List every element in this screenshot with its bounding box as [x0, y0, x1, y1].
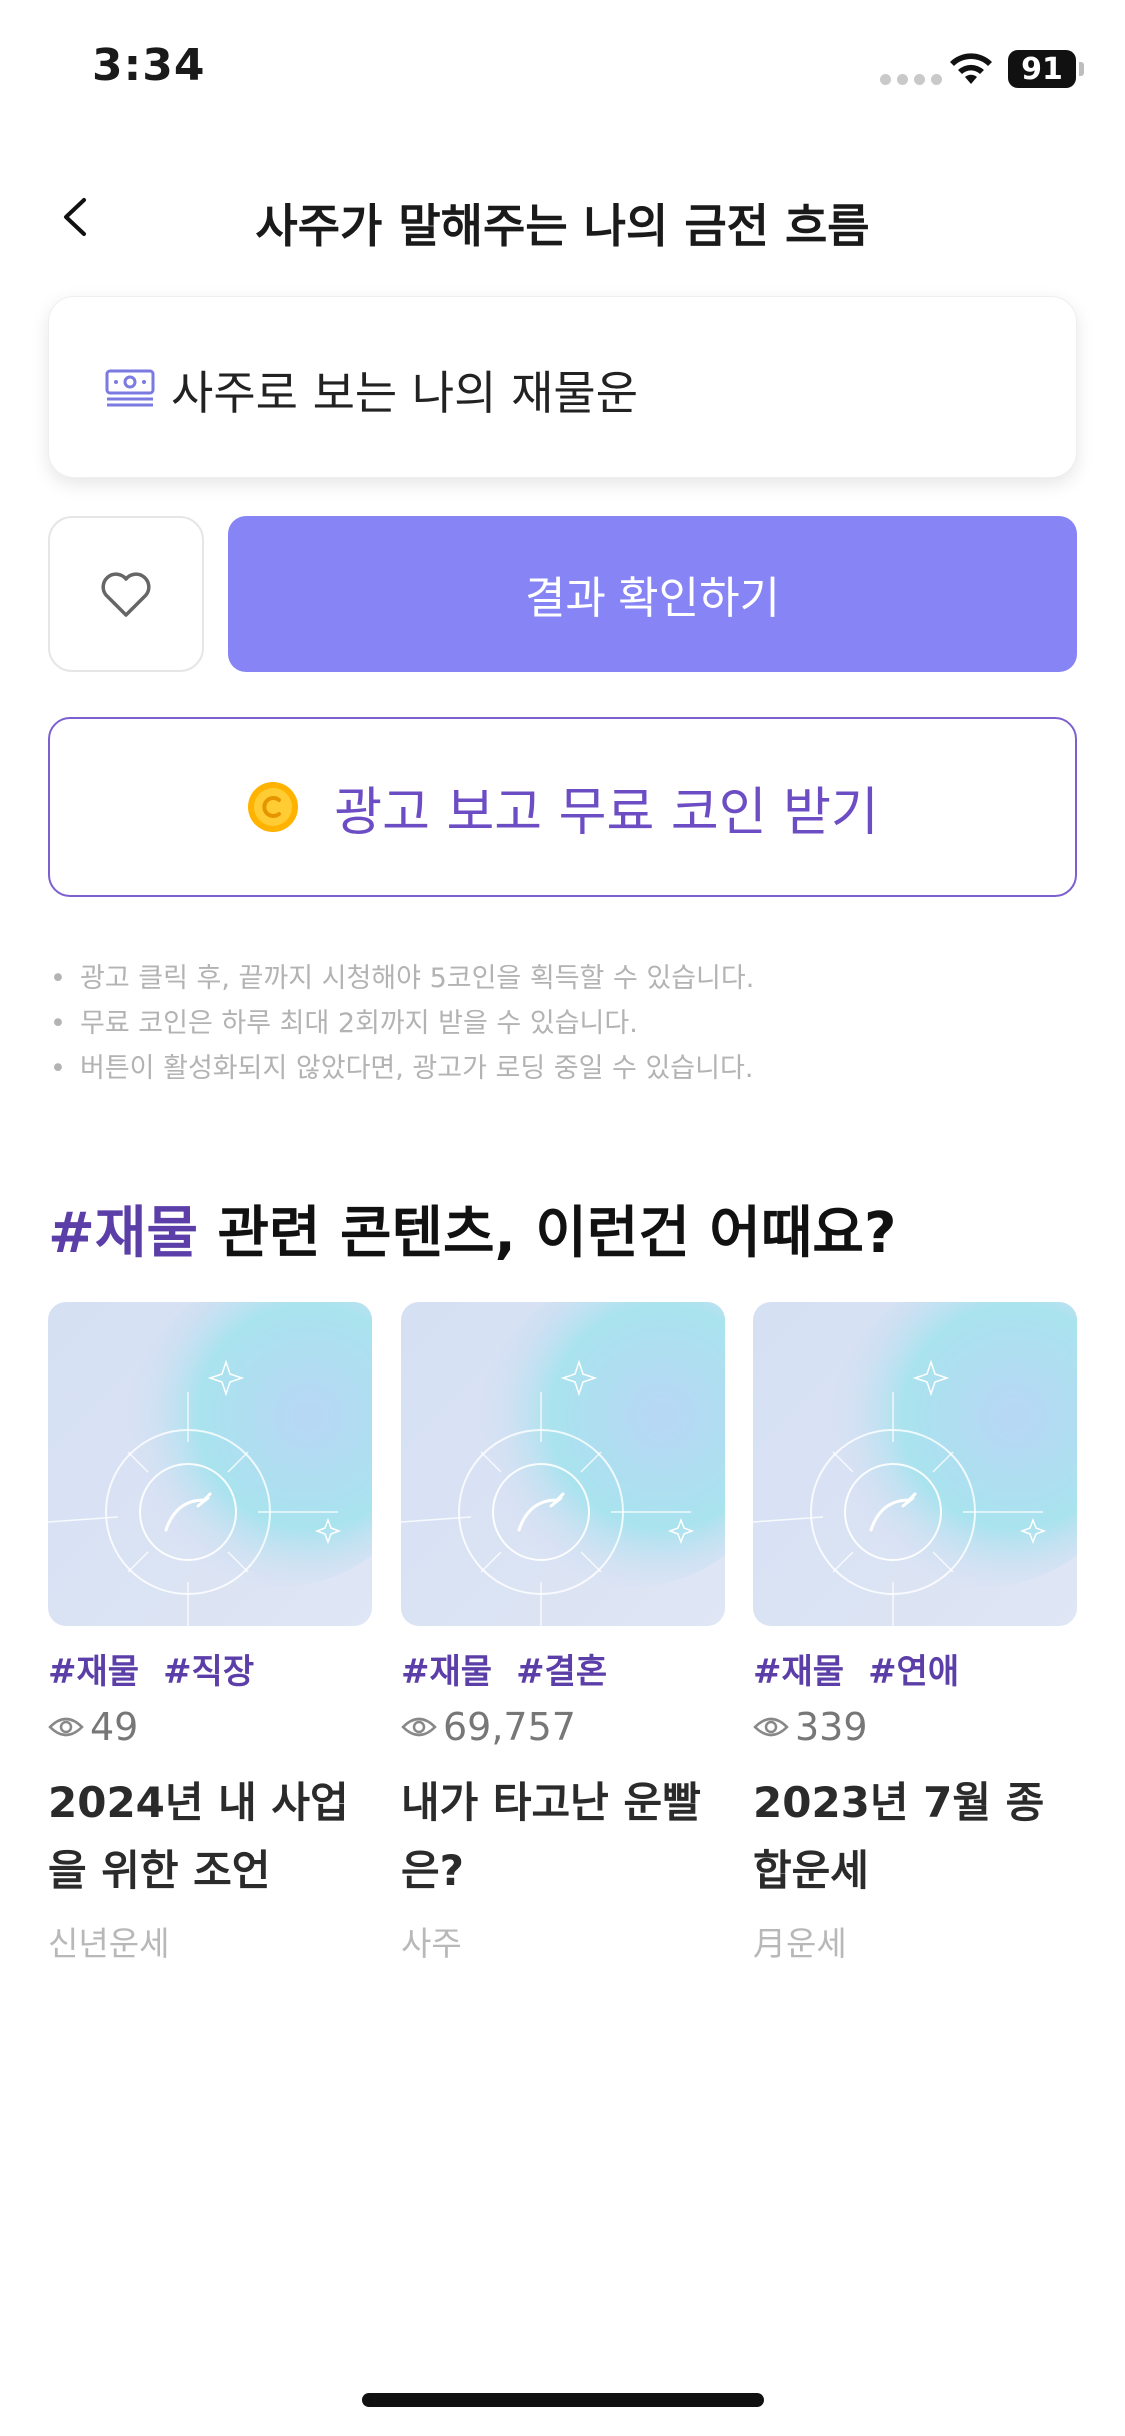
signal-icon [880, 74, 942, 85]
content-card[interactable]: #재물 #결혼 69,757 내가 타고난 운빨은? 사주 [401, 1302, 725, 1965]
related-hashtag: #재물 [48, 1201, 198, 1266]
card-tag[interactable]: #결혼 [516, 1644, 607, 1693]
view-count: 339 [795, 1705, 868, 1749]
sun-illustration [48, 1302, 372, 1626]
view-count: 69,757 [443, 1705, 576, 1749]
favorite-button[interactable] [48, 516, 204, 672]
card-category: 사주 [401, 1924, 462, 1963]
card-category: 月운세 [753, 1924, 847, 1963]
card-title: 2023년 7월 종합운세 [753, 1778, 1045, 1895]
card-category: 신년운세 [48, 1924, 170, 1963]
content-card[interactable]: #재물 #연애 339 2023년 7월 종합운세 月운세 [753, 1302, 1077, 1965]
card-title: 2024년 내 사업을 위한 조언 [48, 1778, 349, 1895]
card-tags: #재물 #결혼 [401, 1644, 725, 1693]
card-views: 49 [48, 1705, 372, 1749]
card-thumbnail [753, 1302, 1077, 1626]
card-tag[interactable]: #재물 [753, 1644, 844, 1693]
notice-list: • 광고 클릭 후, 끝까지 시청해야 5코인을 획득할 수 있습니다. • 무료 … [50, 956, 754, 1091]
check-result-button[interactable]: 결과 확인하기 [228, 516, 1077, 672]
content-card[interactable]: #재물 #직장 49 2024년 내 사업을 위한 조언 신년운세 [48, 1302, 372, 1965]
status-bar: 3:34 91 [0, 0, 1125, 140]
home-indicator[interactable] [362, 2393, 764, 2407]
card-title: 내가 타고난 운빨은? [401, 1778, 701, 1895]
card-tags: #재물 #연애 [753, 1644, 1077, 1693]
product-title: 사주로 보는 나의 재물운 [171, 366, 639, 420]
wifi-icon [950, 53, 992, 84]
notice-item: • 무료 코인은 하루 최대 2회까지 받을 수 있습니다. [50, 1008, 638, 1039]
notice-item: • 버튼이 활성화되지 않았다면, 광고가 로딩 중일 수 있습니다. [50, 1053, 754, 1084]
eye-icon [401, 1717, 437, 1737]
nav-bar: 사주가 말해주는 나의 금전 흐름 [0, 170, 1125, 270]
money-icon [105, 369, 155, 407]
heart-icon [101, 572, 151, 617]
card-tags: #재물 #직장 [48, 1644, 372, 1693]
card-tag[interactable]: #재물 [401, 1644, 492, 1693]
status-time: 3:34 [92, 40, 206, 91]
product-card: 사주로 보는 나의 재물운 [48, 296, 1077, 478]
card-tag[interactable]: #연애 [868, 1644, 959, 1693]
sun-illustration [753, 1302, 1077, 1626]
eye-icon [48, 1717, 84, 1737]
card-views: 339 [753, 1705, 1077, 1749]
card-views: 69,757 [401, 1705, 725, 1749]
sun-illustration [401, 1302, 725, 1626]
page-title: 사주가 말해주는 나의 금전 흐름 [255, 199, 870, 253]
eye-icon [753, 1717, 789, 1737]
battery-indicator: 91 [1008, 50, 1076, 88]
battery-tip [1079, 62, 1084, 76]
card-thumbnail [48, 1302, 372, 1626]
related-section-title: #재물 관련 콘텐츠, 이런건 어때요? [48, 1201, 897, 1266]
watch-ad-button[interactable]: 광고 보고 무료 코인 받기 [48, 717, 1077, 897]
card-tag[interactable]: #직장 [163, 1644, 254, 1693]
card-thumbnail [401, 1302, 725, 1626]
card-tag[interactable]: #재물 [48, 1644, 139, 1693]
watch-ad-label: 광고 보고 무료 코인 받기 [334, 782, 879, 843]
notice-item: • 광고 클릭 후, 끝까지 시청해야 5코인을 획득할 수 있습니다. [50, 963, 755, 994]
related-cards: #재물 #직장 49 2024년 내 사업을 위한 조언 신년운세 #재물 #결… [48, 1302, 1077, 2002]
view-count: 49 [90, 1705, 139, 1749]
coin-icon [248, 782, 299, 832]
